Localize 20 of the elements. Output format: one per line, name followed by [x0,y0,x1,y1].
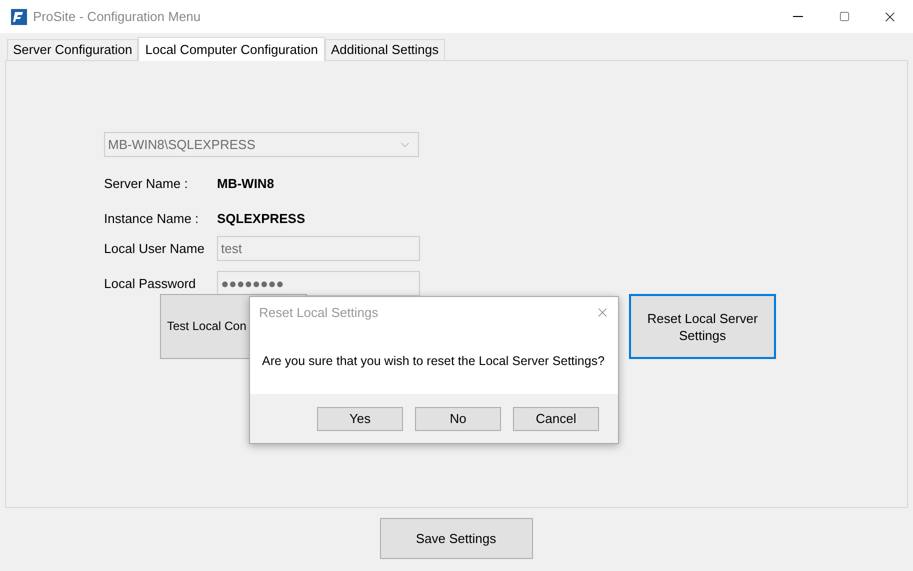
dialog-button[interactable]: Yes [317,406,403,430]
save-settings-button[interactable]: Save Settings [380,518,532,559]
tab[interactable]: Additional Settings [324,39,445,60]
info-label: Server Name : [104,175,189,194]
info-value: SQLEXPRESS [217,210,306,228]
field-label: Local Password [104,274,197,293]
input-field[interactable]: test [217,236,420,261]
tab[interactable]: Local Computer Configuration [138,37,325,61]
input-field[interactable]: ●●●●●●●● [217,271,420,296]
action-button[interactable]: Reset Local Server Settings [629,294,776,359]
dialog-button[interactable]: Cancel [513,406,599,430]
app-logo-icon [11,8,27,24]
maximize-icon [838,11,850,22]
info-label: Instance Name : [104,210,200,228]
dialog-button[interactable]: No [415,406,501,430]
field-label: Local User Name [104,240,206,258]
tab[interactable]: Server Configuration [7,39,138,60]
minimize-icon [793,16,803,17]
info-value: MB-WIN8 [217,175,274,194]
window-title: ProSite - Configuration Menu [33,8,201,26]
